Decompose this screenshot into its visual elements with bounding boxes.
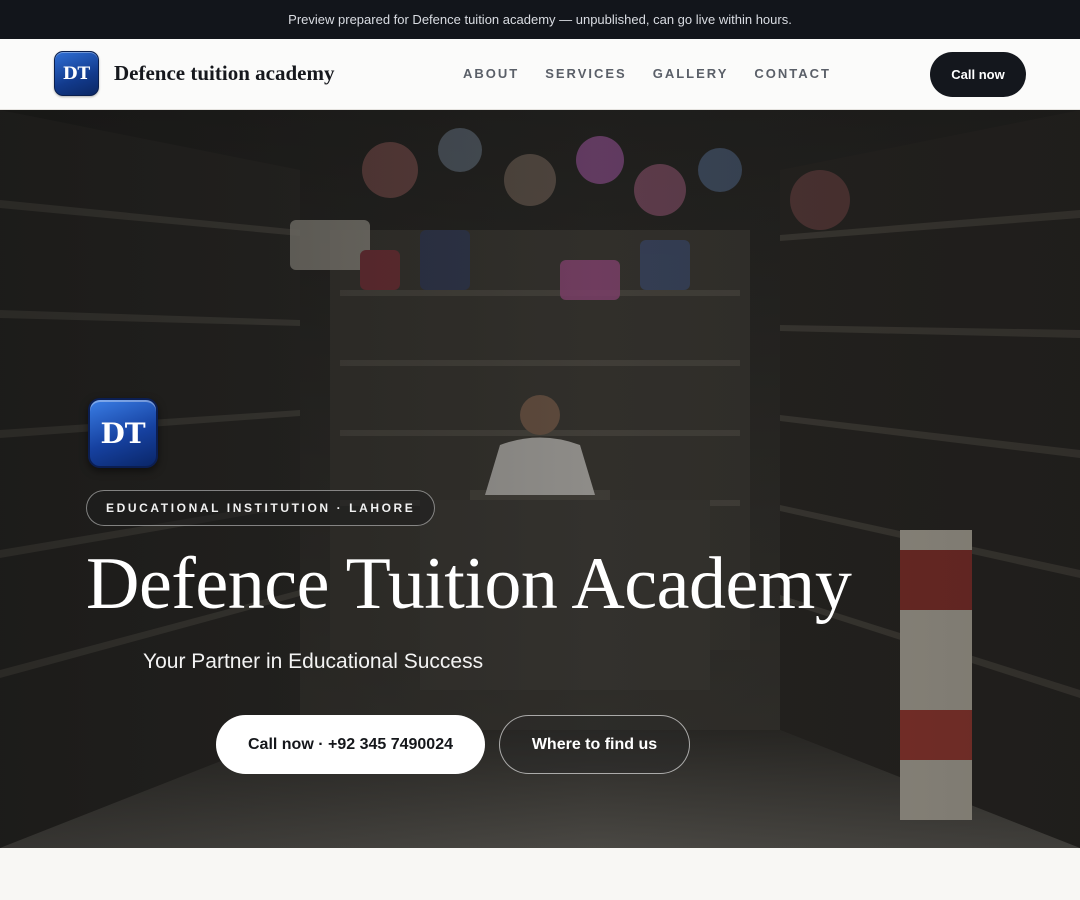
nav-gallery[interactable]: GALLERY — [653, 66, 729, 81]
brand-logo: DT — [54, 51, 99, 96]
preview-banner: Preview prepared for Defence tuition aca… — [0, 0, 1080, 39]
hero-tag: EDUCATIONAL INSTITUTION · LAHORE — [86, 490, 436, 526]
hero-logo: DT — [88, 398, 158, 468]
header-call-button[interactable]: Call now — [930, 52, 1026, 97]
hero-section: DT EDUCATIONAL INSTITUTION · LAHORE Defe… — [0, 110, 1080, 848]
hero-location-button[interactable]: Where to find us — [499, 715, 690, 774]
nav-services[interactable]: SERVICES — [545, 66, 627, 81]
hero-title: Defence Tuition Academy — [86, 543, 852, 625]
main-nav: ABOUT SERVICES GALLERY CONTACT — [463, 66, 831, 81]
hero-call-button[interactable]: Call now · +92 345 7490024 — [216, 715, 485, 774]
nav-about[interactable]: ABOUT — [463, 66, 519, 81]
brand[interactable]: DT Defence tuition academy — [54, 51, 334, 96]
preview-banner-text: Preview prepared for Defence tuition aca… — [288, 12, 792, 27]
site-header: DT Defence tuition academy ABOUT SERVICE… — [0, 39, 1080, 110]
brand-name: Defence tuition academy — [114, 61, 335, 85]
nav-contact[interactable]: CONTACT — [754, 66, 831, 81]
hero-subtitle: Your Partner in Educational Success — [143, 650, 484, 673]
